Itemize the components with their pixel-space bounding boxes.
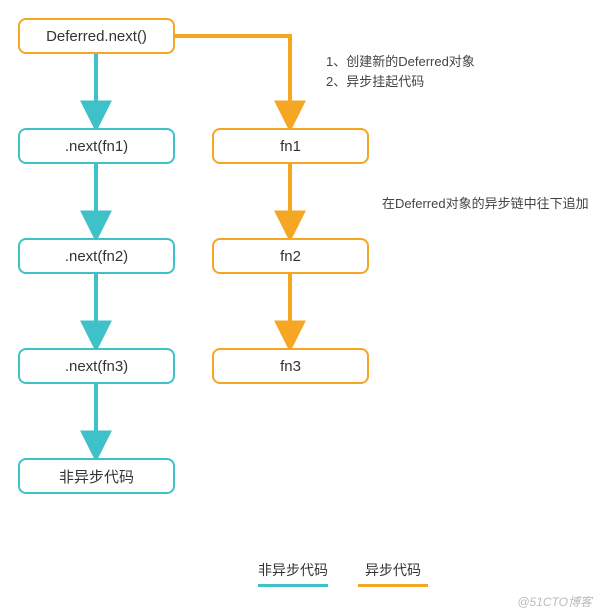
node-label: 非异步代码 [59, 466, 134, 487]
node-fn3: fn3 [212, 348, 369, 384]
legend-swatch-teal [258, 584, 328, 587]
node-label: .next(fn1) [65, 138, 128, 155]
node-fn1: fn1 [212, 128, 369, 164]
legend-label: 非异步代码 [258, 560, 328, 580]
annotation-line: 在Deferred对象的异步链中往下追加 [382, 196, 589, 211]
annotation-line: 2、异步挂起代码 [326, 72, 475, 92]
node-fn2: fn2 [212, 238, 369, 274]
watermark: @51CTO博客 [517, 593, 592, 610]
node-label: Deferred.next() [46, 28, 147, 45]
flow-arrows [0, 0, 598, 612]
annotation-line: 1、创建新的Deferred对象 [326, 52, 475, 72]
legend-item-teal: 非异步代码 [258, 560, 328, 587]
diagram-stage: Deferred.next() .next(fn1) .next(fn2) .n… [0, 0, 598, 612]
node-label: .next(fn2) [65, 248, 128, 265]
node-next-fn3: .next(fn3) [18, 348, 175, 384]
node-non-async-end: 非异步代码 [18, 458, 175, 494]
node-label: fn1 [280, 138, 301, 155]
legend-swatch-orange [358, 584, 428, 587]
node-label: fn2 [280, 248, 301, 265]
legend-label: 异步代码 [365, 560, 421, 580]
annotation-chain-append: 在Deferred对象的异步链中往下追加 [382, 194, 589, 214]
legend: 非异步代码 异步代码 [258, 560, 428, 587]
annotation-create-deferred: 1、创建新的Deferred对象 2、异步挂起代码 [326, 52, 475, 91]
node-label: .next(fn3) [65, 358, 128, 375]
node-next-fn1: .next(fn1) [18, 128, 175, 164]
node-label: fn3 [280, 358, 301, 375]
node-next-fn2: .next(fn2) [18, 238, 175, 274]
legend-item-orange: 异步代码 [358, 560, 428, 587]
node-start: Deferred.next() [18, 18, 175, 54]
